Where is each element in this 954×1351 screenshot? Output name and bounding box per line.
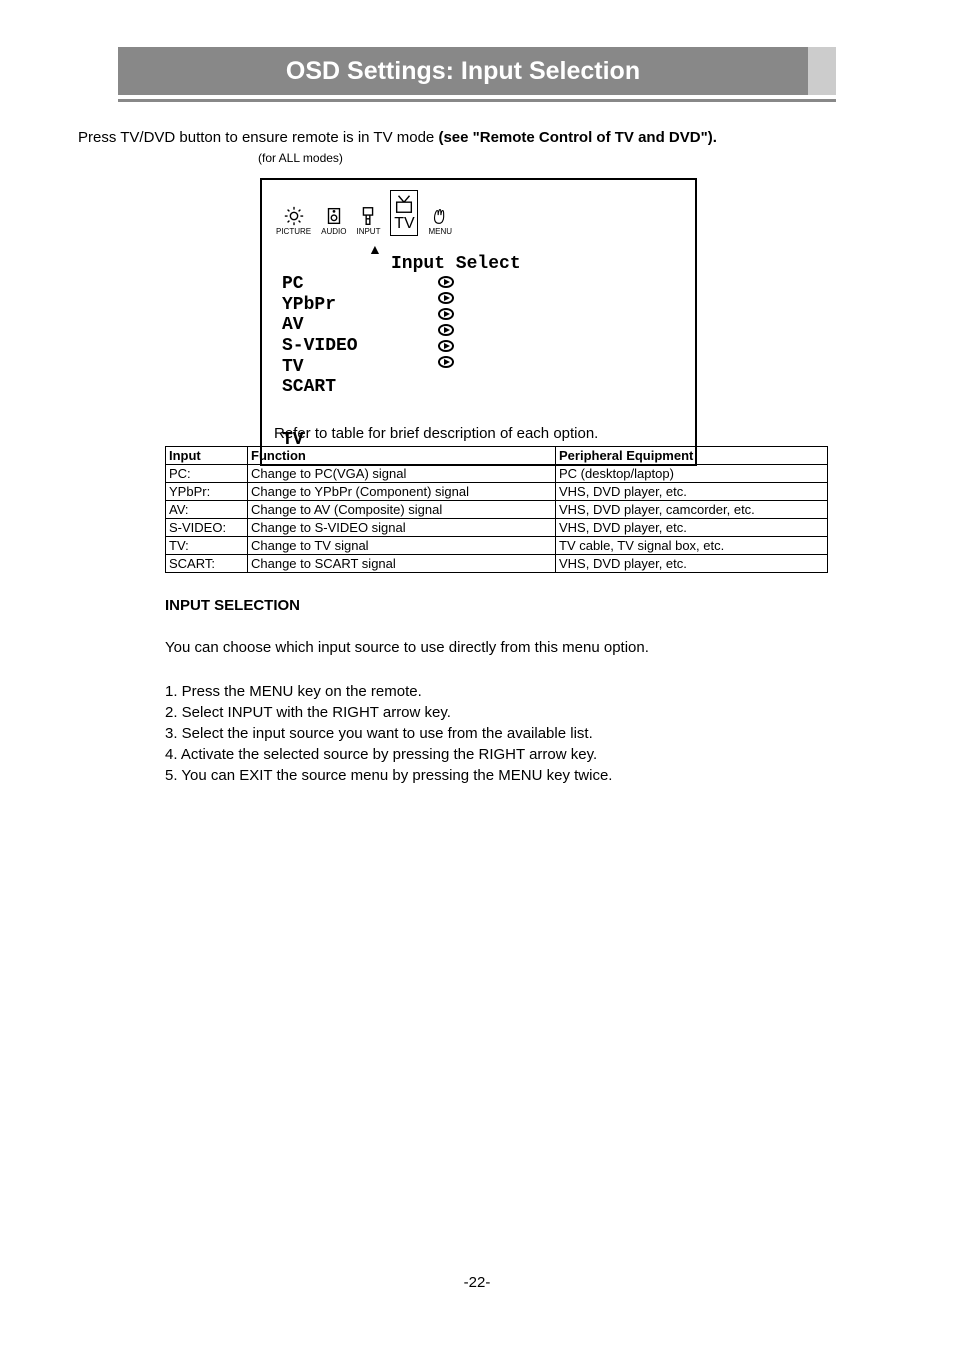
right-arrow-icon [438, 324, 454, 336]
hand-icon [429, 205, 451, 227]
right-arrow-icon [438, 340, 454, 352]
table-cell: Change to S-VIDEO signal [248, 519, 556, 537]
osd-item-pc: PC [282, 274, 358, 295]
right-arrow-icon [438, 356, 454, 368]
step-item: 2. Select INPUT with the RIGHT arrow key… [165, 702, 612, 723]
right-arrow-icon [438, 276, 454, 288]
table-cell: Change to AV (Composite) signal [248, 501, 556, 519]
steps-list: 1. Press the MENU key on the remote. 2. … [165, 681, 612, 786]
table-row: AV: Change to AV (Composite) signal VHS,… [166, 501, 828, 519]
tv-antenna-icon [393, 193, 415, 215]
table-cell: VHS, DVD player, etc. [556, 483, 828, 501]
page-title: OSD Settings: Input Selection [118, 47, 808, 95]
table-caption: Refer to table for brief description of … [274, 425, 598, 442]
table-cell: TV: [166, 537, 248, 555]
table-row: SCART: Change to SCART signal VHS, DVD p… [166, 555, 828, 573]
table-row: YPbPr: Change to YPbPr (Component) signa… [166, 483, 828, 501]
table-cell: PC (desktop/laptop) [556, 465, 828, 483]
osd-tv-icon: TV [390, 190, 418, 236]
table-header-row: Input Function Peripheral Equipment [166, 447, 828, 465]
all-modes-label: (for ALL modes) [258, 151, 343, 165]
section-title: INPUT SELECTION [165, 597, 300, 614]
table-cell: PC: [166, 465, 248, 483]
osd-icon-row: PICTURE AUDIO INPUT TV MENU [276, 190, 681, 236]
table-cell: Change to SCART signal [248, 555, 556, 573]
osd-panel: PICTURE AUDIO INPUT TV MENU ▲ Input Sele… [260, 178, 697, 466]
right-arrow-icon [438, 292, 454, 304]
table-header-input: Input [166, 447, 248, 465]
table-cell: Change to YPbPr (Component) signal [248, 483, 556, 501]
table-cell: YPbPr: [166, 483, 248, 501]
table-row: TV: Change to TV signal TV cable, TV sig… [166, 537, 828, 555]
table-row: S-VIDEO: Change to S-VIDEO signal VHS, D… [166, 519, 828, 537]
step-item: 4. Activate the selected source by press… [165, 744, 612, 765]
osd-input-icon: INPUT [356, 205, 380, 236]
osd-input-label: INPUT [356, 227, 380, 236]
table-cell: Change to PC(VGA) signal [248, 465, 556, 483]
osd-item-tv: TV [282, 357, 358, 378]
sun-icon [283, 205, 305, 227]
osd-audio-label: AUDIO [321, 227, 346, 236]
osd-tv-label: TV [394, 215, 414, 233]
speaker-icon [323, 205, 345, 227]
osd-item-list: PC YPbPr AV S-VIDEO TV SCART [282, 274, 681, 398]
osd-item-names: PC YPbPr AV S-VIDEO TV SCART [282, 274, 358, 398]
intro-prefix: Press TV/DVD button to ensure remote is … [78, 129, 438, 146]
page-number: -22- [0, 1274, 954, 1291]
osd-audio-icon: AUDIO [321, 205, 346, 236]
intro-text: Press TV/DVD button to ensure remote is … [78, 129, 717, 146]
table-cell: AV: [166, 501, 248, 519]
osd-picture-icon: PICTURE [276, 205, 311, 236]
input-plug-icon [357, 205, 379, 227]
osd-item-ypbpr: YPbPr [282, 295, 358, 316]
header-tab [808, 47, 836, 95]
table-cell: SCART: [166, 555, 248, 573]
section-desc: You can choose which input source to use… [165, 639, 649, 656]
osd-item-av: AV [282, 315, 358, 336]
step-item: 1. Press the MENU key on the remote. [165, 681, 612, 702]
table-cell: Change to TV signal [248, 537, 556, 555]
table-cell: VHS, DVD player, etc. [556, 555, 828, 573]
table-cell: VHS, DVD player, camcorder, etc. [556, 501, 828, 519]
osd-item-svideo: S-VIDEO [282, 336, 358, 357]
table-row: PC: Change to PC(VGA) signal PC (desktop… [166, 465, 828, 483]
intro-bold: (see "Remote Control of TV and DVD"). [438, 129, 716, 146]
header-divider [118, 99, 836, 102]
osd-item-scart: SCART [282, 377, 358, 398]
table-header-peripheral: Peripheral Equipment [556, 447, 828, 465]
step-item: 3. Select the input source you want to u… [165, 723, 612, 744]
osd-menu-icon: MENU [428, 205, 452, 236]
osd-item-arrows [438, 274, 454, 398]
right-arrow-icon [438, 308, 454, 320]
table-cell: TV cable, TV signal box, etc. [556, 537, 828, 555]
table-cell: S-VIDEO: [166, 519, 248, 537]
input-table: Input Function Peripheral Equipment PC: … [165, 446, 828, 573]
osd-heading: Input Select [391, 254, 681, 274]
osd-menu-label: MENU [428, 227, 452, 236]
step-item: 5. You can EXIT the source menu by press… [165, 765, 612, 786]
table-cell: VHS, DVD player, etc. [556, 519, 828, 537]
table-header-function: Function [248, 447, 556, 465]
page-header: OSD Settings: Input Selection [118, 47, 836, 95]
osd-picture-label: PICTURE [276, 227, 311, 236]
